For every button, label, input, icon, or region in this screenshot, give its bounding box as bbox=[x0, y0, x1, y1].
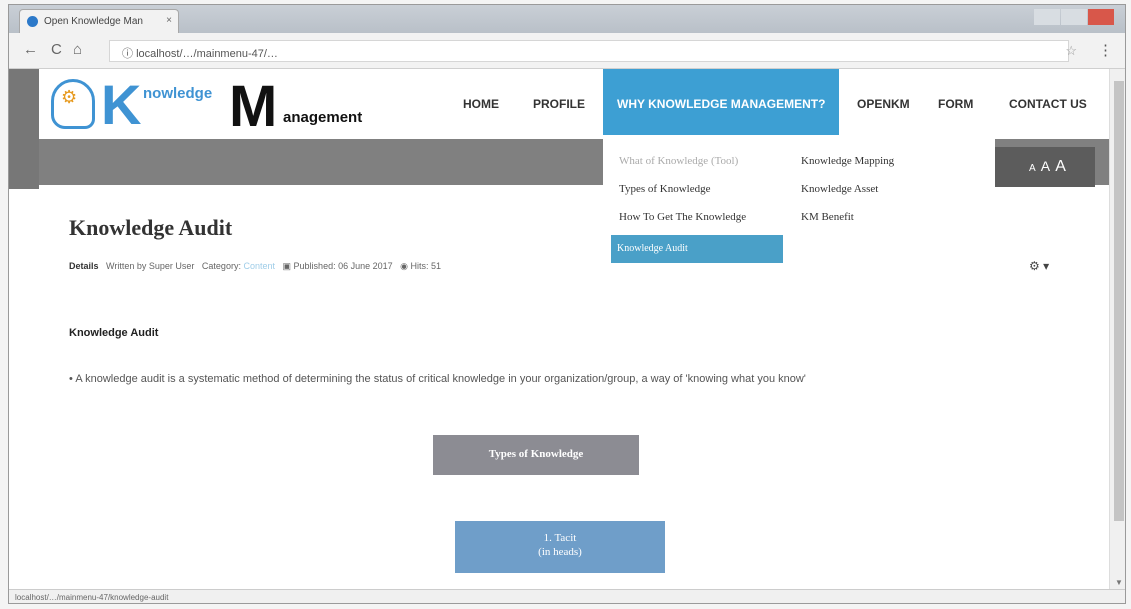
minimize-button[interactable] bbox=[1034, 9, 1060, 25]
reload-icon[interactable]: C bbox=[51, 41, 62, 58]
bullet-item: • A knowledge audit is a systematic meth… bbox=[69, 373, 806, 385]
url-input[interactable]: ⓘ localhost/…/mainmenu-47/… bbox=[109, 40, 1069, 62]
logo-m-letter: M bbox=[229, 74, 278, 139]
scrollbar-thumb[interactable] bbox=[1114, 81, 1124, 521]
logo-gear-icon: ⚙ bbox=[61, 87, 78, 107]
back-icon[interactable]: ← bbox=[23, 41, 38, 58]
close-window-button[interactable] bbox=[1088, 9, 1114, 25]
types-of-knowledge-box: Types of Knowledge bbox=[433, 435, 639, 475]
font-resizer: A A A bbox=[995, 147, 1095, 187]
category-label: Category: bbox=[201, 261, 241, 271]
window-controls bbox=[1033, 9, 1119, 27]
dropdown-item[interactable]: Knowledge Mapping bbox=[801, 155, 894, 167]
nav-contact[interactable]: CONTACT US bbox=[1009, 69, 1087, 139]
nav-openkm[interactable]: OPENKM bbox=[857, 69, 910, 139]
maximize-button[interactable] bbox=[1061, 9, 1087, 25]
dropdown-item[interactable]: What of Knowledge (Tool) bbox=[619, 155, 738, 167]
page-title: Knowledge Audit bbox=[69, 215, 233, 240]
published-date: Published: 06 June 2017 bbox=[293, 261, 393, 271]
logo-k-letter: K bbox=[101, 73, 142, 136]
dropdown-item[interactable]: KM Benefit bbox=[801, 211, 854, 223]
nav-why-km[interactable]: WHY KNOWLEDGE MANAGEMENT? bbox=[603, 69, 840, 135]
browser-tab[interactable]: Open Knowledge Man × bbox=[19, 9, 179, 33]
site-logo[interactable]: ⚙ K nowledge M anagement bbox=[51, 77, 411, 137]
dropdown-item[interactable]: Types of Knowledge bbox=[619, 183, 711, 195]
author-text: Written by Super User bbox=[106, 261, 195, 271]
logo-management-text: anagement bbox=[283, 109, 363, 126]
page-scrollbar[interactable]: ▼ bbox=[1109, 69, 1125, 589]
tab-title: Open Knowledge Man bbox=[44, 16, 143, 27]
section-heading: Knowledge Audit bbox=[69, 327, 159, 339]
article-meta: Details Written by Super User Category: … bbox=[69, 261, 441, 272]
tab-close-icon[interactable]: × bbox=[166, 15, 172, 26]
hero-left-strip bbox=[9, 69, 39, 189]
scroll-down-icon[interactable]: ▼ bbox=[1115, 578, 1123, 587]
site-header: ⚙ K nowledge M anagement HOME PROFILE WH… bbox=[39, 69, 1089, 139]
bullet-icon: • bbox=[69, 373, 73, 385]
url-text: localhost/…/mainmenu-47/… bbox=[136, 48, 278, 60]
site-info-icon[interactable]: ⓘ bbox=[122, 48, 133, 60]
nav-profile[interactable]: PROFILE bbox=[533, 69, 585, 139]
bullet-text: A knowledge audit is a systematic method… bbox=[75, 373, 806, 385]
status-bar: localhost/…/mainmenu-47/knowledge-audit bbox=[9, 589, 1125, 603]
tacit-knowledge-box: 1. Tacit (in heads) bbox=[455, 521, 665, 573]
article-tools-gear-icon[interactable]: ⚙ ▾ bbox=[1029, 259, 1049, 273]
dropdown-item-active[interactable]: Knowledge Audit bbox=[611, 235, 783, 263]
hits-count: Hits: 51 bbox=[410, 261, 442, 271]
favicon-icon bbox=[27, 16, 38, 27]
dropdown-item[interactable]: Knowledge Asset bbox=[801, 183, 878, 195]
browser-menu-icon[interactable]: ⋮ bbox=[1098, 41, 1113, 59]
dropdown-item[interactable]: How To Get The Knowledge bbox=[619, 211, 746, 223]
calendar-icon: ▣ bbox=[282, 261, 292, 271]
logo-knowledge-text: nowledge bbox=[143, 85, 213, 102]
category-link[interactable]: Content bbox=[243, 261, 275, 271]
browser-window: Open Knowledge Man × ← C ⌂ ⓘ localhost/…… bbox=[8, 4, 1126, 604]
nav-form[interactable]: FORM bbox=[938, 69, 973, 139]
address-bar-row: ← C ⌂ ⓘ localhost/…/mainmenu-47/… ☆ ⋮ bbox=[9, 33, 1125, 69]
eye-icon: ◉ bbox=[400, 261, 409, 271]
font-small-button[interactable]: A bbox=[1029, 163, 1037, 174]
font-large-button[interactable]: A bbox=[1055, 158, 1067, 175]
nav-home[interactable]: HOME bbox=[463, 69, 499, 139]
tacit-subtitle: (in heads) bbox=[538, 546, 582, 558]
tab-bar: Open Knowledge Man × bbox=[9, 5, 1125, 33]
home-icon[interactable]: ⌂ bbox=[73, 41, 82, 58]
font-medium-button[interactable]: A bbox=[1041, 158, 1051, 174]
tacit-title: 1. Tacit bbox=[543, 532, 577, 544]
details-label: Details bbox=[69, 261, 99, 271]
web-page: ⚙ K nowledge M anagement HOME PROFILE WH… bbox=[9, 69, 1109, 589]
why-km-dropdown: What of Knowledge (Tool) Types of Knowle… bbox=[603, 139, 995, 267]
bookmark-star-icon[interactable]: ☆ bbox=[1065, 43, 1077, 59]
